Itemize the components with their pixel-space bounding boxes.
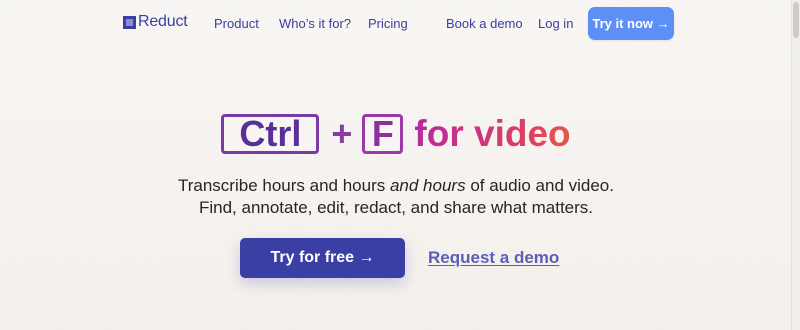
logo[interactable]: Reduct [123, 13, 188, 31]
hero-headline: Ctrl + F for video [0, 110, 792, 158]
page-scrollbar[interactable] [791, 0, 800, 330]
nav-link-whos-it-for[interactable]: Who’s it for? [279, 16, 351, 31]
try-for-free-button[interactable]: Try for free → [240, 238, 405, 278]
subtitle-emphasis: and hours [389, 176, 466, 195]
nav-link-pricing[interactable]: Pricing [368, 16, 408, 31]
subtitle-text-b: of audio and video. [465, 176, 614, 195]
try-it-now-button[interactable]: Try it now → [588, 7, 674, 40]
reduct-logo-icon [123, 15, 136, 29]
scrollbar-thumb[interactable] [793, 2, 799, 38]
headline-for-video: for video [414, 113, 571, 154]
request-demo-link[interactable]: Request a demo [428, 248, 559, 268]
nav-link-book-demo[interactable]: Book a demo [446, 16, 523, 31]
f-keycap: F [362, 113, 404, 154]
ctrl-keycap: Ctrl [221, 113, 320, 154]
plus-sign: + [331, 113, 353, 154]
hero-subtitle-line1: Transcribe hours and hours and hours of … [0, 175, 792, 197]
nav-link-product[interactable]: Product [214, 16, 259, 31]
nav-link-login[interactable]: Log in [538, 16, 573, 31]
landing-page: Reduct Product Who’s it for? Pricing Boo… [0, 0, 800, 330]
top-navbar: Reduct Product Who’s it for? Pricing Boo… [0, 0, 792, 46]
hero-subtitle-line2: Find, annotate, edit, redact, and share … [198, 198, 594, 217]
subtitle-text-a: Transcribe hours and hours [177, 176, 390, 195]
logo-text: Reduct [138, 13, 188, 30]
